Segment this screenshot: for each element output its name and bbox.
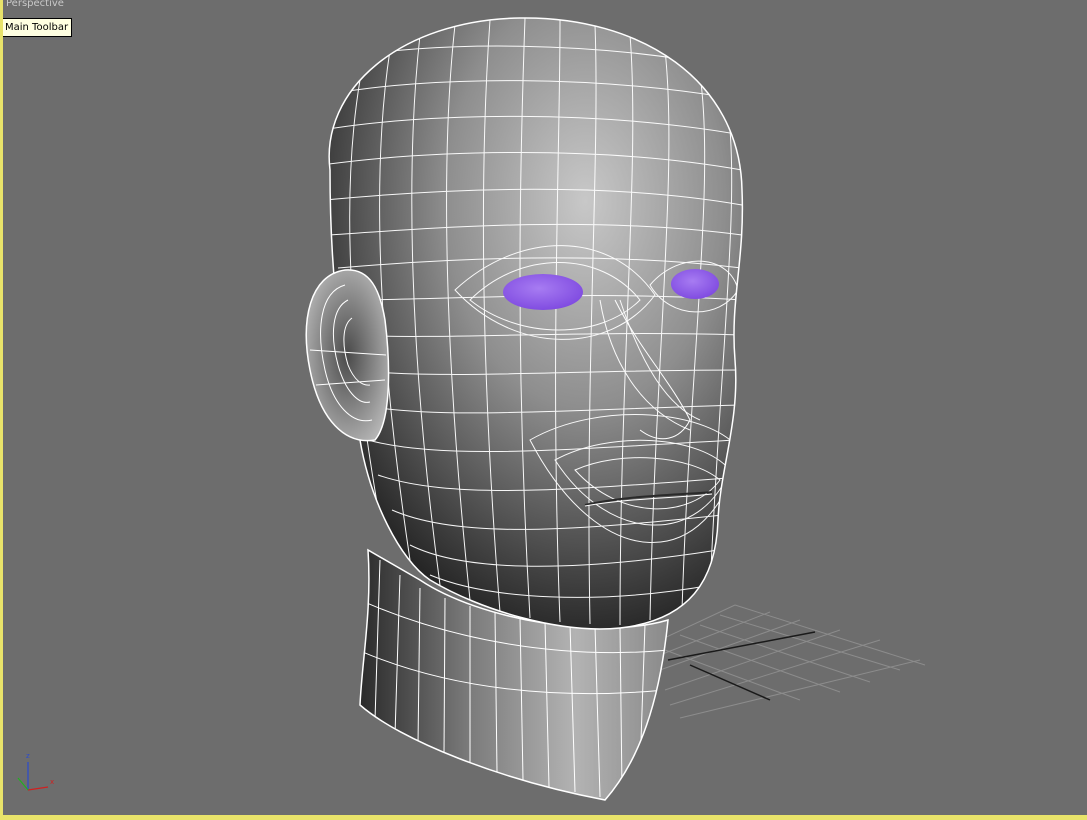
active-viewport-border-left xyxy=(0,0,3,820)
perspective-viewport[interactable]: Perspective Main Toolbar z x xyxy=(0,0,1087,820)
active-viewport-border-bottom xyxy=(0,815,1087,820)
viewport-label[interactable]: Perspective xyxy=(6,0,64,10)
axis-x-label: x xyxy=(50,778,55,786)
right-eye xyxy=(671,269,719,299)
axis-gizmo xyxy=(17,762,49,791)
home-grid xyxy=(659,604,926,719)
viewport-scene[interactable] xyxy=(0,0,1087,820)
grid-main-axes xyxy=(667,631,816,701)
main-toolbar-tooltip: Main Toolbar xyxy=(1,18,73,37)
left-eye xyxy=(503,274,583,310)
ear-mesh xyxy=(305,269,390,442)
axis-z-label: z xyxy=(26,752,30,760)
